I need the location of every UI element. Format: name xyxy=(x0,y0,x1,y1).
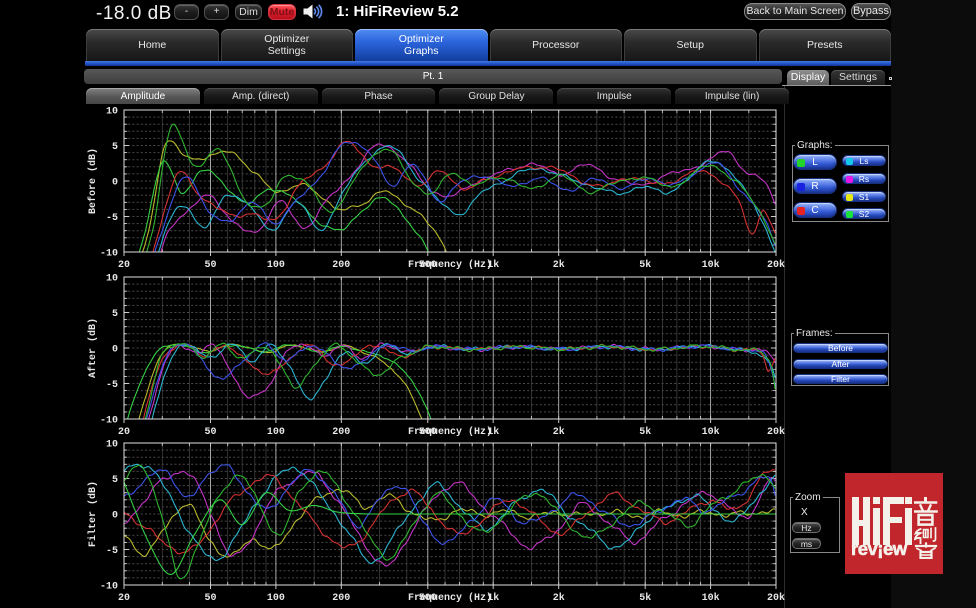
svg-text:Filter (dB): Filter (dB) xyxy=(87,481,99,547)
svg-text:100: 100 xyxy=(267,427,285,438)
svg-text:5k: 5k xyxy=(639,592,651,604)
svg-text:20: 20 xyxy=(118,593,130,604)
svg-text:10: 10 xyxy=(106,440,118,451)
svg-text:100: 100 xyxy=(267,593,285,604)
svg-text:5: 5 xyxy=(112,475,118,486)
svg-text:Frequency (Hz): Frequency (Hz) xyxy=(408,426,492,438)
svg-text:5k: 5k xyxy=(639,426,651,438)
svg-text:0: 0 xyxy=(112,178,118,189)
svg-text:-10: -10 xyxy=(100,249,118,260)
svg-text:20k: 20k xyxy=(767,426,785,438)
svg-text:5: 5 xyxy=(112,142,118,153)
svg-text:10k: 10k xyxy=(702,426,720,438)
svg-text:10: 10 xyxy=(106,274,118,285)
svg-text:5k: 5k xyxy=(639,259,651,271)
svg-text:50: 50 xyxy=(204,593,216,604)
svg-text:-10: -10 xyxy=(100,582,118,593)
svg-text:200: 200 xyxy=(332,427,350,438)
svg-text:50: 50 xyxy=(204,427,216,438)
svg-text:2k: 2k xyxy=(553,259,565,271)
svg-text:2k: 2k xyxy=(553,592,565,604)
svg-text:10k: 10k xyxy=(702,259,720,271)
svg-text:-5: -5 xyxy=(106,380,118,391)
svg-text:10: 10 xyxy=(106,107,118,118)
svg-text:0: 0 xyxy=(112,345,118,356)
svg-text:20: 20 xyxy=(118,260,130,271)
svg-text:100: 100 xyxy=(267,260,285,271)
svg-text:-10: -10 xyxy=(100,416,118,427)
svg-text:Frequency (Hz): Frequency (Hz) xyxy=(408,592,492,604)
svg-text:0: 0 xyxy=(112,511,118,522)
svg-text:After (dB): After (dB) xyxy=(87,318,99,378)
svg-text:10k: 10k xyxy=(702,592,720,604)
svg-text:5: 5 xyxy=(112,309,118,320)
svg-text:-5: -5 xyxy=(106,546,118,557)
svg-text:Before (dB): Before (dB) xyxy=(87,148,99,214)
svg-text:200: 200 xyxy=(332,260,350,271)
svg-text:20k: 20k xyxy=(767,592,785,604)
svg-text:2k: 2k xyxy=(553,426,565,438)
svg-text:-5: -5 xyxy=(106,213,118,224)
svg-text:50: 50 xyxy=(204,260,216,271)
svg-text:Frequency (Hz): Frequency (Hz) xyxy=(408,259,492,271)
svg-text:20k: 20k xyxy=(767,259,785,271)
svg-text:200: 200 xyxy=(332,593,350,604)
svg-text:20: 20 xyxy=(118,427,130,438)
